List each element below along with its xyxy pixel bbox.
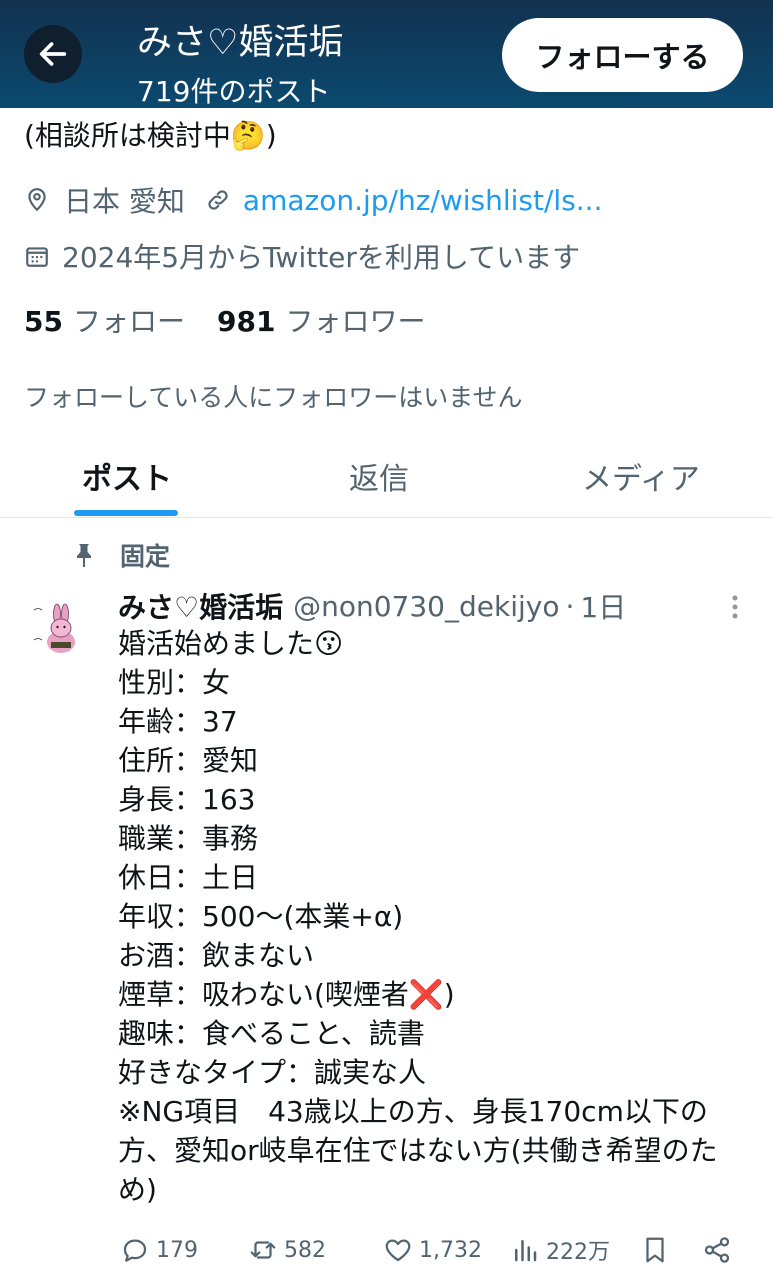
heart-icon	[385, 1239, 411, 1262]
views-chart-icon	[515, 1240, 537, 1262]
share-icon	[704, 1237, 730, 1263]
joined-date: 2024年5月からTwitterを利用しています	[62, 241, 581, 274]
joined-row: 2024年5月からTwitterを利用しています	[24, 236, 580, 276]
profile-tabs: ポスト 返信 メディア	[0, 440, 773, 518]
tweet-line: 身長：163	[118, 783, 256, 816]
retweet-icon	[250, 1241, 276, 1259]
wishlist-link[interactable]: amazon.jp/hz/wishlist/ls...	[243, 184, 603, 217]
tweet-author-handle[interactable]: @non0730_dekijyo	[293, 590, 559, 623]
tweet-line: 休日：土日	[118, 861, 259, 894]
location-text: 日本 愛知	[64, 185, 185, 218]
calendar-icon	[26, 247, 48, 267]
pinned-label: 固定	[120, 542, 171, 571]
retweet-count: 582	[284, 1237, 326, 1263]
tweet-ng-conditions: ※NG項目 43歳以上の方、身長170cm以下の方、愛知or岐阜在住ではない方(…	[118, 1095, 718, 1206]
tweet-author-name[interactable]: みさ♡婚活垢	[118, 586, 283, 626]
followers-label: フォロワー	[285, 305, 426, 338]
profile-header: みさ♡婚活垢 719件のポスト フォローする	[0, 0, 773, 108]
share-button[interactable]	[702, 1228, 732, 1272]
tweet-line: 好きなタイプ：誠実な人	[118, 1056, 427, 1089]
views-button[interactable]: 222万	[510, 1228, 610, 1272]
no-mutual-followers-note: フォローしている人にフォロワーはいません	[24, 383, 523, 412]
tweet-line: 年齢：37	[118, 705, 238, 738]
bio-text: (相談所は検討中🤔)	[24, 119, 277, 152]
tab-posts[interactable]: ポスト	[82, 454, 172, 498]
more-vertical-icon[interactable]	[726, 592, 744, 622]
separator-dot: ·	[565, 589, 575, 623]
view-count: 222万	[546, 1240, 610, 1265]
back-button[interactable]	[24, 25, 82, 83]
profile-name-title: みさ♡婚活垢	[137, 23, 344, 63]
avatar-image	[24, 590, 98, 664]
arrow-left-icon	[39, 42, 67, 66]
reply-count: 179	[156, 1237, 198, 1263]
following-count: 55	[24, 305, 63, 338]
follow-button[interactable]: フォローする	[502, 18, 743, 92]
location-pin-icon	[28, 188, 46, 212]
tweet-header: みさ♡婚活垢 @non0730_dekijyo · 1日	[118, 586, 626, 626]
avatar[interactable]	[24, 590, 98, 664]
tweet-line: 煙草：吸わない(喫煙者❌)	[118, 978, 455, 1011]
tweet-line: 婚活始めました😗	[118, 627, 344, 660]
link-icon	[208, 190, 228, 210]
follow-stats: 55 フォロー 981 フォロワー	[24, 300, 425, 340]
tweet-timestamp[interactable]: 1日	[580, 586, 626, 626]
reply-button[interactable]: 179	[120, 1228, 198, 1272]
tweet-line: お酒：飲まない	[118, 939, 315, 972]
tweet-actions: 179 582 1,732 222万	[0, 1228, 773, 1272]
like-button[interactable]: 1,732	[383, 1228, 482, 1272]
followers-link[interactable]: 981 フォロワー	[217, 300, 425, 340]
like-count: 1,732	[419, 1237, 482, 1263]
following-label: フォロー	[72, 305, 185, 338]
tab-replies[interactable]: 返信	[349, 454, 409, 498]
active-tab-indicator	[74, 510, 178, 516]
pushpin-icon	[77, 544, 91, 567]
post-count: 719件のポスト	[137, 75, 331, 108]
tweet-line: 性別：女	[118, 666, 231, 699]
tweet-line: 住所：愛知	[118, 744, 259, 777]
tweet-line: 職業：事務	[118, 822, 259, 855]
followers-count: 981	[216, 305, 276, 338]
pinned-indicator: 固定	[72, 538, 170, 572]
bookmark-icon	[646, 1237, 664, 1263]
retweet-button[interactable]: 582	[248, 1228, 326, 1272]
tab-media[interactable]: メディア	[582, 454, 700, 498]
reply-icon	[123, 1239, 147, 1262]
tweet-line: 年収：500〜(本業+α)	[118, 900, 404, 933]
bookmark-button[interactable]	[640, 1228, 670, 1272]
tweet-line: 趣味：食べること、読書	[118, 1017, 425, 1050]
location-link-row: 日本 愛知 amazon.jp/hz/wishlist/ls...	[24, 180, 602, 220]
tweet-text: 婚活始めました😗 性別：女 年齢：37 住所：愛知 身長：163 職業：事務 休…	[118, 624, 748, 1209]
following-link[interactable]: 55 フォロー	[24, 300, 185, 340]
